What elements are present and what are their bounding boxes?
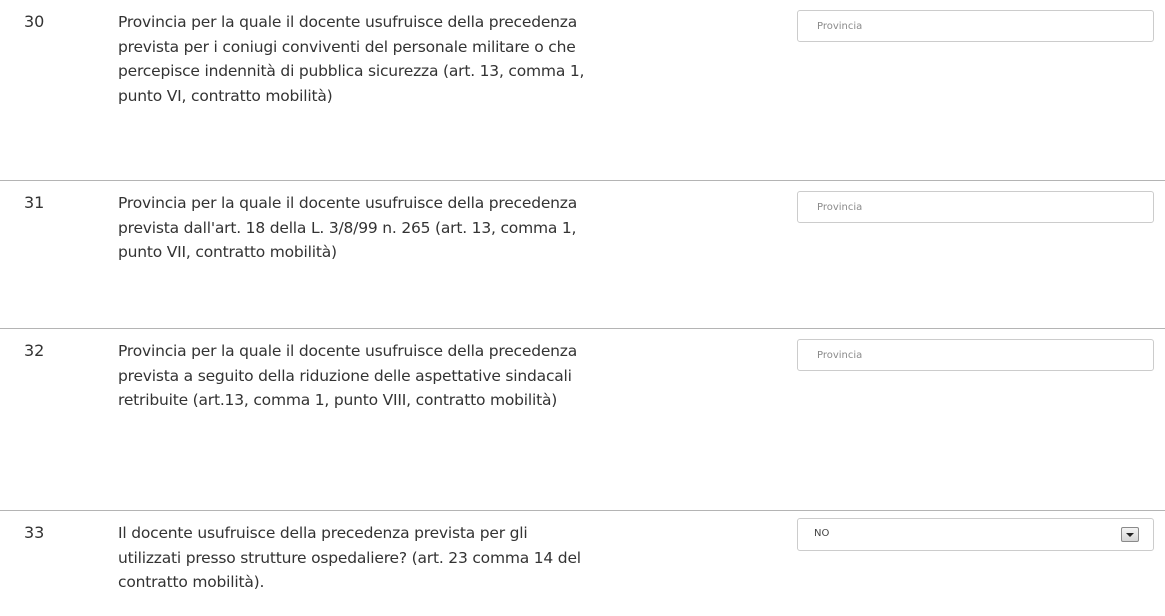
form-row-32: 32 Provincia per la quale il docente usu… [0,329,1165,511]
precedence-select[interactable]: NO [797,518,1154,551]
form-row-30: 30 Provincia per la quale il docente usu… [0,0,1165,181]
dropdown-arrow-icon[interactable] [1121,527,1139,542]
provincia-input-32[interactable] [797,339,1154,371]
row-number: 32 [24,341,45,360]
select-value: NO [814,528,830,539]
row-question-label: Provincia per la quale il docente usufru… [118,194,578,261]
row-number: 30 [24,12,45,31]
row-number: 33 [24,523,45,542]
provincia-input-31[interactable] [797,191,1154,223]
form-row-33: 33 Il docente usufruisce della precedenz… [0,511,1165,616]
form-row-31: 31 Provincia per la quale il docente usu… [0,181,1165,329]
provincia-input-30[interactable] [797,10,1154,42]
row-question-label: Provincia per la quale il docente usufru… [118,13,585,105]
row-question-label: Il docente usufruisce della precedenza p… [118,524,581,591]
row-question-label: Provincia per la quale il docente usufru… [118,342,578,409]
row-number: 31 [24,193,45,212]
precedence-form: 30 Provincia per la quale il docente usu… [0,0,1165,616]
